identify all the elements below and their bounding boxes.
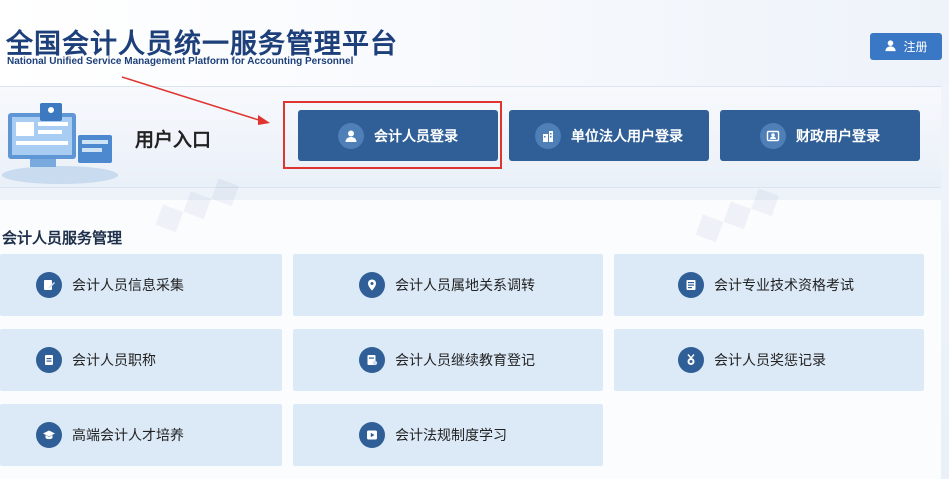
user-entry-label: 用户入口: [135, 129, 212, 151]
building-icon: [535, 122, 561, 149]
service-card-label: 会计人员职称: [72, 353, 156, 369]
service-card[interactable]: 会计人员奖惩记录: [614, 329, 924, 391]
service-card-label: 会计人员属地关系调转: [395, 278, 535, 294]
play-icon: [359, 422, 385, 448]
service-card[interactable]: 会计法规制度学习: [293, 404, 603, 466]
legal-entity-login-label: 单位法人用户登录: [571, 128, 683, 145]
location-icon: [359, 272, 385, 298]
highlight-box: [283, 101, 502, 169]
medal-icon: [678, 347, 704, 373]
service-card-label: 会计人员信息采集: [72, 278, 184, 294]
computer-illustration-icon: [2, 103, 118, 184]
service-card[interactable]: 会计专业技术资格考试: [614, 254, 924, 316]
service-card-label: 会计法规制度学习: [395, 428, 507, 444]
service-card-label: 会计人员奖惩记录: [714, 353, 826, 369]
user-icon: [884, 39, 897, 55]
finance-login-label: 财政用户登录: [796, 128, 880, 145]
service-card[interactable]: 会计人员属地关系调转: [293, 254, 603, 316]
page-subtitle: National Unified Service Management Plat…: [7, 56, 354, 67]
service-card[interactable]: 会计人员继续教育登记: [293, 329, 603, 391]
exam-icon: [678, 272, 704, 298]
service-card-label: 高端会计人才培养: [72, 428, 184, 444]
service-card[interactable]: 会计人员职称: [0, 329, 282, 391]
edit-icon: [36, 272, 62, 298]
register-label: 注册: [903, 40, 928, 54]
service-card[interactable]: 高端会计人才培养: [0, 404, 282, 466]
graduation-cap-icon: [36, 422, 62, 448]
service-card-label: 会计专业技术资格考试: [714, 278, 854, 294]
id-card-icon: [760, 122, 786, 149]
register-icon: [359, 347, 385, 373]
header: 全国会计人员统一服务管理平台 National Unified Service …: [0, 0, 949, 86]
register-button[interactable]: 注册: [870, 33, 942, 60]
service-card-label: 会计人员继续教育登记: [395, 353, 535, 369]
service-card[interactable]: 会计人员信息采集: [0, 254, 282, 316]
services-title: 会计人员服务管理: [2, 229, 123, 247]
document-icon: [36, 347, 62, 373]
finance-login-button[interactable]: 财政用户登录: [720, 110, 920, 161]
legal-entity-login-button[interactable]: 单位法人用户登录: [509, 110, 709, 161]
